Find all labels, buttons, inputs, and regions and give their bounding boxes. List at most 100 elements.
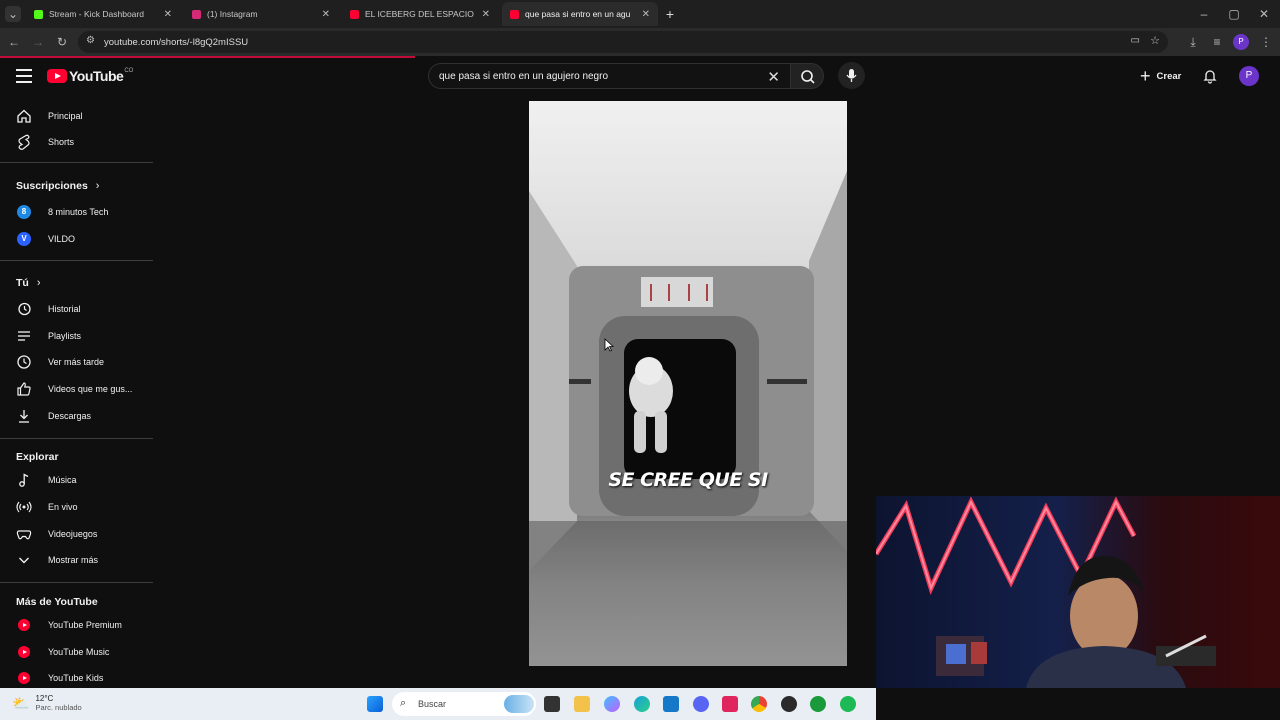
sidebar-item-descargas[interactable]: Descargas (0, 403, 153, 429)
tab-iceberg[interactable]: EL ICEBERG DEL ESPACIO EXPLI ✕ (342, 2, 498, 26)
sidebar-item-label: Ver más tarde (48, 357, 105, 367)
tiktok-icon[interactable] (722, 696, 738, 712)
voice-search-button[interactable] (838, 62, 865, 89)
url-text: youtube.com/shorts/-l8gQ2mISSU (104, 36, 249, 48)
shorts-icon (16, 134, 32, 150)
sidebar-divider (0, 260, 153, 261)
reload-icon[interactable]: ↻ (54, 34, 70, 50)
sidebar-item-label: Videos que me gus... (48, 384, 133, 394)
weather-widget[interactable]: ⛅ 12°C Parc. nublado (12, 694, 82, 712)
minimize-icon[interactable]: – (1196, 6, 1212, 22)
sidebar-item-youtube-music[interactable]: YouTube Music (0, 639, 153, 665)
profile-icon[interactable]: P (1233, 34, 1249, 50)
copilot-icon[interactable] (604, 696, 620, 712)
sidebar-item-youtube-premium[interactable]: YouTube Premium (0, 612, 153, 638)
chrome-icon[interactable] (751, 696, 767, 712)
site-info-icon[interactable]: ⚙ (86, 35, 95, 46)
sidebar-divider (0, 438, 153, 439)
sidebar-item-musica[interactable]: Música (0, 467, 153, 493)
xbox-icon[interactable] (810, 696, 826, 712)
channel-avatar: 8 (16, 204, 32, 220)
sidebar-item-playlists[interactable]: Playlists (0, 323, 153, 349)
browser-menu-icon[interactable]: ⋮ (1258, 34, 1274, 50)
more-heading-label: Más de YouTube (16, 596, 98, 608)
search-button[interactable] (790, 63, 824, 89)
sidebar-item-shorts[interactable]: Shorts (0, 129, 153, 155)
tab-close-icon[interactable]: ✕ (322, 9, 330, 20)
sidebar-item-mostrar-mas[interactable]: Mostrar más (0, 547, 153, 573)
discord-icon[interactable] (693, 696, 709, 712)
sidebar-item-label: Mostrar más (48, 555, 99, 565)
tab-active-youtube[interactable]: que pasa si entro en un agu ✕ (502, 2, 658, 26)
sidebar-item-youtube-kids[interactable]: YouTube Kids (0, 665, 153, 690)
taskbar-search-label: Buscar (418, 699, 447, 709)
windows-start-icon[interactable] (367, 696, 383, 712)
sidebar: Principal Shorts Suscripciones › 8 8 minu… (0, 100, 153, 690)
windows-taskbar: ⛅ 12°C Parc. nublado ⌕ Buscar (0, 688, 876, 720)
back-icon[interactable]: ← (6, 34, 22, 50)
youtube-header: YouTube CO que pasa si entro en un aguje… (0, 58, 1280, 96)
sidebar-item-videojuegos[interactable]: Videojuegos (0, 521, 153, 547)
taskbar-search[interactable]: ⌕ Buscar (392, 692, 536, 716)
youtube-logo[interactable]: YouTube CO (47, 68, 133, 84)
sidebar-item-vildo[interactable]: V VILDO (0, 226, 153, 252)
weather-desc: Parc. nublado (35, 703, 82, 712)
obs-icon[interactable] (781, 696, 797, 712)
sidebar-item-label: VILDO (48, 234, 76, 244)
explore-heading-label: Explorar (16, 451, 59, 463)
weather-text: 12°C Parc. nublado (35, 694, 81, 712)
file-explorer-icon[interactable] (574, 696, 590, 712)
window-close-icon[interactable]: ✕ (1256, 6, 1272, 22)
search-query: que pasa si entro en un agujero negro (439, 70, 609, 82)
menu-icon[interactable] (16, 69, 32, 83)
subscriptions-heading-label: Suscripciones (16, 180, 88, 192)
sidebar-item-ver-mas-tarde[interactable]: Ver más tarde (0, 349, 153, 375)
tab-close-icon[interactable]: ✕ (642, 9, 650, 20)
you-heading[interactable]: Tú › (16, 277, 41, 289)
watch-later-icon (16, 354, 32, 370)
tab-close-icon[interactable]: ✕ (482, 9, 490, 20)
clear-search-icon[interactable]: ✕ (767, 68, 780, 86)
live-icon (16, 499, 32, 515)
channel-avatar-letter: 8 (17, 205, 31, 219)
store-icon[interactable] (663, 696, 679, 712)
sidebar-item-principal[interactable]: Principal (0, 103, 153, 129)
youtube-favicon-icon (350, 9, 359, 19)
youtube-kids-icon (16, 670, 32, 686)
edge-icon[interactable] (634, 696, 650, 712)
address-bar[interactable]: ⚙ youtube.com/shorts/-l8gQ2mISSU ▭ ☆ (78, 31, 1168, 53)
sidebar-item-label: Historial (48, 304, 81, 314)
maximize-icon[interactable]: ▢ (1226, 6, 1242, 22)
media-control-icon[interactable]: ≡ (1209, 34, 1225, 50)
kick-favicon-icon (34, 9, 43, 19)
search-input[interactable]: que pasa si entro en un agujero negro ✕ (428, 63, 790, 89)
explore-heading: Explorar (16, 451, 59, 463)
sidebar-item-historial[interactable]: Historial (0, 296, 153, 322)
sidebar-divider (0, 582, 153, 583)
shorts-video-player[interactable]: SE CREE QUE SI (529, 101, 847, 666)
sidebar-item-8-minutos-tech[interactable]: 8 8 minutos Tech (0, 199, 153, 225)
create-button[interactable]: + Crear (1132, 64, 1189, 88)
tab-instagram[interactable]: (1) Instagram ✕ (184, 2, 338, 26)
account-avatar[interactable]: P (1239, 66, 1259, 86)
tab-list-chevron-icon[interactable]: ⌄ (5, 6, 21, 22)
downloads-icon[interactable]: ⤓ (1185, 34, 1201, 50)
bookmark-star-icon[interactable]: ☆ (1150, 34, 1160, 47)
tab-kick[interactable]: Stream - Kick Dashboard ✕ (26, 2, 180, 26)
install-app-icon[interactable]: ▭ (1131, 35, 1140, 46)
youtube-music-icon (16, 644, 32, 660)
spotify-icon[interactable] (840, 696, 856, 712)
task-view-icon[interactable] (544, 696, 560, 712)
browser-toolbar: ← → ↻ ⚙ youtube.com/shorts/-l8gQ2mISSU ▭… (0, 28, 1280, 56)
video-caption: SE CREE QUE SI (608, 469, 768, 491)
notifications-bell-icon[interactable] (1202, 68, 1218, 84)
forward-icon[interactable]: → (30, 34, 46, 50)
new-tab-icon[interactable]: + (662, 6, 678, 22)
sidebar-item-videos-que-me-gustan[interactable]: Videos que me gus... (0, 376, 153, 402)
search-highlight-icon (504, 695, 534, 713)
sidebar-item-label: Principal (48, 111, 83, 121)
tab-close-icon[interactable]: ✕ (164, 9, 172, 20)
sidebar-item-label: 8 minutos Tech (48, 207, 109, 217)
subscriptions-heading[interactable]: Suscripciones › (16, 180, 99, 192)
sidebar-item-en-vivo[interactable]: En vivo (0, 494, 153, 520)
